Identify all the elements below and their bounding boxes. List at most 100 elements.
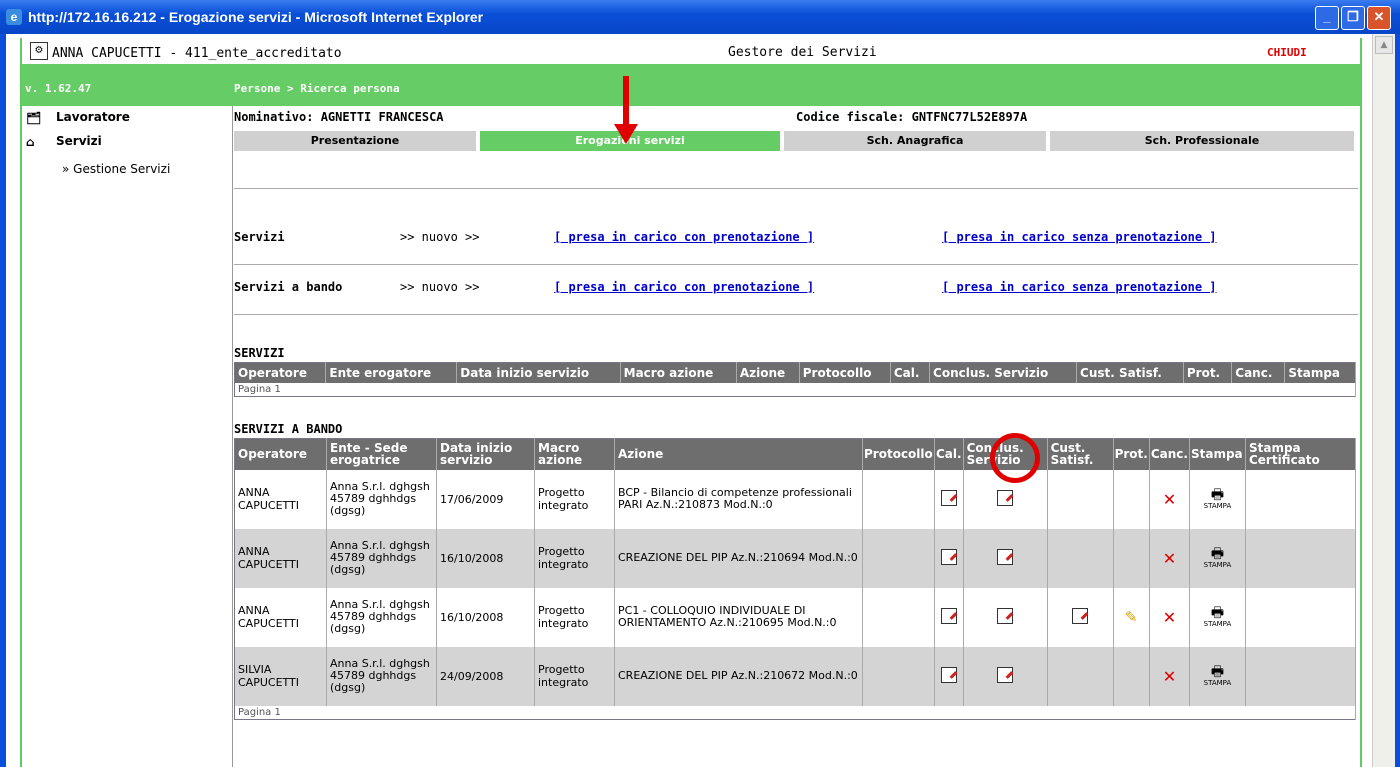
cell-prot [1113, 646, 1150, 706]
cell-stampa[interactable]: 🖶 STAMPA [1189, 469, 1246, 529]
ie-icon: e [6, 9, 22, 25]
sidebar-item-label: Lavoratore [56, 110, 130, 124]
nuovo-label: >> nuovo >> [400, 230, 480, 244]
col-data[interactable]: Data inizio servizio [436, 438, 535, 470]
sidebar-item-lavoratore[interactable]: 🗂 Lavoratore [26, 110, 130, 128]
cell-ente: Anna S.r.l. dghgsh 45789 dghhdgs (dgsg) [326, 646, 437, 706]
cell-cal[interactable] [934, 469, 964, 529]
cell-cal[interactable] [934, 528, 964, 588]
bando-presa-con-prenotazione-link[interactable]: [ presa in carico con prenotazione ] [554, 280, 814, 294]
calendar-edit-icon[interactable] [940, 548, 957, 565]
app-header: ⚙ ANNA CAPUCETTI - 411_ente_accreditato … [22, 38, 1360, 64]
col-ente[interactable]: Ente erogatore [325, 362, 458, 383]
conclus-edit-icon[interactable] [997, 489, 1014, 506]
tab-presentazione[interactable]: Presentazione [234, 131, 476, 151]
printer-icon[interactable]: 🖶 [1193, 665, 1242, 679]
tab-sch-anagrafica[interactable]: Sch. Anagrafica [784, 131, 1046, 151]
col-conclus[interactable]: Conclus. Servizio [929, 362, 1078, 383]
minimize-button[interactable]: _ [1315, 6, 1339, 30]
calendar-edit-icon[interactable] [940, 489, 957, 506]
cell-cust[interactable] [1047, 587, 1114, 647]
col-canc[interactable]: Canc. [1149, 438, 1190, 470]
printer-icon[interactable]: 🖶 [1193, 606, 1242, 620]
scroll-up-icon[interactable]: ▲ [1375, 36, 1393, 54]
nominativo: Nominativo: AGNETTI FRANCESCA [234, 110, 444, 124]
conclus-edit-icon[interactable] [997, 666, 1014, 683]
maximize-button[interactable]: ❐ [1341, 6, 1365, 30]
vertical-scrollbar[interactable]: ▲ [1372, 34, 1395, 767]
printer-icon[interactable]: 🖶 [1193, 488, 1242, 502]
col-data[interactable]: Data inizio servizio [456, 362, 621, 383]
sidebar-item-servizi[interactable]: ⌂ Servizi [26, 134, 102, 152]
cell-conclus[interactable] [963, 646, 1048, 706]
col-stampa-certificato[interactable]: Stampa Certificato [1245, 438, 1357, 470]
cell-cust [1047, 469, 1114, 529]
conclus-edit-icon[interactable] [997, 548, 1014, 565]
cell-canc[interactable]: ✕ [1149, 587, 1190, 647]
cell-data: 17/06/2009 [436, 469, 535, 529]
bando-presa-senza-prenotazione-link[interactable]: [ presa in carico senza prenotazione ] [942, 280, 1217, 294]
col-operatore[interactable]: Operatore [234, 362, 327, 383]
col-cal[interactable]: Cal. [890, 362, 931, 383]
sidebar-subitem-gestione-servizi[interactable]: » Gestione Servizi [62, 162, 170, 176]
printer-icon[interactable]: 🖶 [1193, 547, 1242, 561]
delete-icon[interactable]: ✕ [1163, 608, 1176, 627]
cell-conclus[interactable] [963, 528, 1048, 588]
servizi-bando-label: Servizi a bando [234, 280, 343, 294]
delete-icon[interactable]: ✕ [1163, 667, 1176, 686]
col-cust[interactable]: Cust. Satisf. [1076, 362, 1184, 383]
cell-canc[interactable]: ✕ [1149, 469, 1190, 529]
annotation-arrow [623, 76, 629, 126]
cell-stampa-certificato [1245, 587, 1357, 647]
col-prot[interactable]: Prot. [1113, 438, 1150, 470]
cell-stampa[interactable]: 🖶 STAMPA [1189, 646, 1246, 706]
cust-satisf-edit-icon[interactable] [1072, 607, 1089, 624]
close-window-button[interactable]: ✕ [1367, 6, 1391, 30]
tab-sch-professionale[interactable]: Sch. Professionale [1050, 131, 1354, 151]
col-cal[interactable]: Cal. [934, 438, 964, 470]
col-macro[interactable]: Macro azione [534, 438, 615, 470]
col-stampa[interactable]: Stampa [1189, 438, 1246, 470]
cell-canc[interactable]: ✕ [1149, 646, 1190, 706]
cell-data: 16/10/2008 [436, 528, 535, 588]
protocol-icon[interactable]: ✎ [1125, 608, 1138, 626]
stampa-label: STAMPA [1203, 619, 1232, 628]
presa-con-prenotazione-link[interactable]: [ presa in carico con prenotazione ] [554, 230, 814, 244]
servizi-table: Operatore Ente erogatore Data inizio ser… [234, 362, 1356, 397]
cell-stampa[interactable]: 🖶 STAMPA [1189, 587, 1246, 647]
pager[interactable]: Pagina 1 [234, 705, 1356, 720]
delete-icon[interactable]: ✕ [1163, 490, 1176, 509]
cell-conclus[interactable] [963, 587, 1048, 647]
conclus-edit-icon[interactable] [997, 607, 1014, 624]
stampa-label: STAMPA [1203, 678, 1232, 687]
presa-senza-prenotazione-link[interactable]: [ presa in carico senza prenotazione ] [942, 230, 1217, 244]
delete-icon[interactable]: ✕ [1163, 549, 1176, 568]
col-macro[interactable]: Macro azione [620, 362, 737, 383]
col-stampa[interactable]: Stampa [1284, 362, 1356, 383]
col-azione[interactable]: Azione [736, 362, 800, 383]
version-label: v. 1.62.47 [25, 82, 92, 95]
col-canc[interactable]: Canc. [1231, 362, 1286, 383]
col-cust[interactable]: Cust. Satisf. [1047, 438, 1114, 470]
cell-stampa[interactable]: 🖶 STAMPA [1189, 528, 1246, 588]
cell-prot[interactable]: ✎ [1113, 587, 1150, 647]
calendar-edit-icon[interactable] [940, 607, 957, 624]
col-prot[interactable]: Prot. [1183, 362, 1233, 383]
cell-cal[interactable] [934, 587, 964, 647]
col-azione[interactable]: Azione [614, 438, 863, 470]
col-protocollo[interactable]: Protocollo [862, 438, 935, 470]
tab-bar: Presentazione Erogazioni servizi Sch. An… [234, 131, 1358, 153]
app-title: Gestore dei Servizi [728, 45, 877, 60]
col-ente-sede[interactable]: Ente - Sede erogatrice [326, 438, 437, 470]
cell-prot [1113, 469, 1150, 529]
chiudi-link[interactable]: CHIUDI [1267, 46, 1307, 59]
col-protocollo[interactable]: Protocollo [799, 362, 891, 383]
col-operatore[interactable]: Operatore [234, 438, 327, 470]
pager[interactable]: Pagina 1 [234, 382, 1356, 397]
person-info: Nominativo: AGNETTI FRANCESCA Codice fis… [234, 110, 1358, 126]
cell-canc[interactable]: ✕ [1149, 528, 1190, 588]
calendar-edit-icon[interactable] [940, 666, 957, 683]
table-row: ANNA CAPUCETTI Anna S.r.l. dghgsh 45789 d… [234, 469, 1357, 529]
servizi-row: Servizi >> nuovo >> [ presa in carico co… [234, 230, 1358, 248]
cell-cal[interactable] [934, 646, 964, 706]
